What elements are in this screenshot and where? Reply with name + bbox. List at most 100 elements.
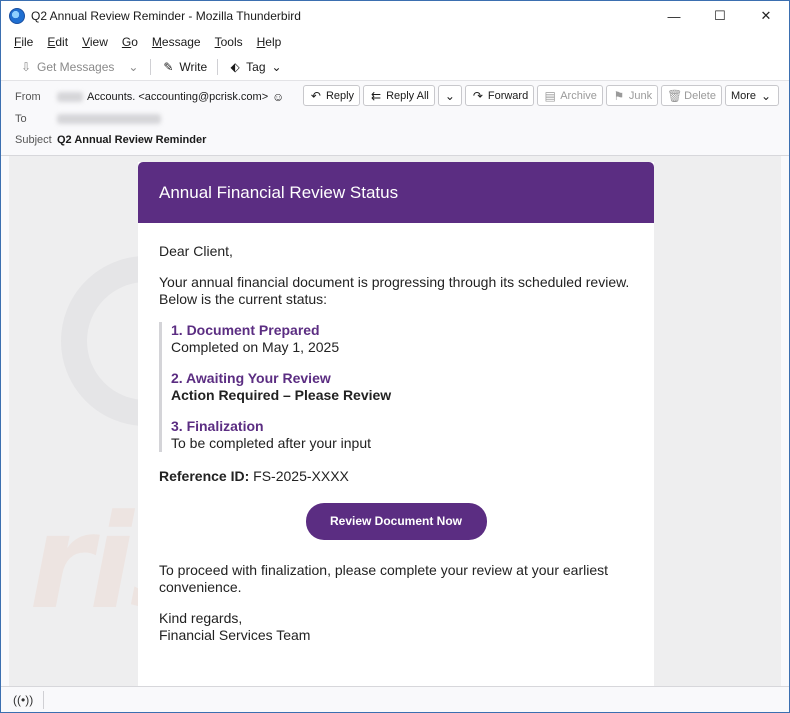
get-messages-button[interactable]: ⇩ Get Messages [13, 56, 120, 78]
reply-all-label: Reply All [386, 89, 429, 102]
reference-value: FS-2025-XXXX [253, 468, 349, 484]
from-label: From [15, 91, 41, 103]
pencil-icon: ✎ [163, 59, 174, 74]
step-description: Completed on May 1, 2025 [171, 339, 340, 355]
write-label: Write [179, 59, 208, 74]
from-row: From Accounts. <accounting@pcrisk.com> ☺ [15, 90, 285, 104]
thunderbird-logo-icon [9, 8, 25, 24]
contact-icon[interactable]: ☺ [271, 90, 285, 104]
step-title: 2. Awaiting Your Review [171, 370, 331, 386]
email-banner: Annual Financial Review Status [138, 162, 654, 223]
reply-label: Reply [325, 89, 355, 102]
archive-icon: ▤ [544, 88, 556, 103]
message-header: From Accounts. <accounting@pcrisk.com> ☺… [1, 82, 789, 156]
cta-container: Review Document Now [159, 503, 633, 540]
chevron-down-icon: ⌄ [444, 88, 455, 103]
step-item: 1. Document Prepared Completed on May 1,… [171, 322, 633, 356]
signoff: Kind regards, [159, 610, 243, 626]
step-item: 2. Awaiting Your Review Action Required … [171, 370, 633, 404]
junk-label: Junk [628, 89, 653, 102]
reply-dropdown[interactable]: ⌄ [437, 85, 462, 106]
review-document-button[interactable]: Review Document Now [305, 503, 487, 540]
title-bar: Q2 Annual Review Reminder - Mozilla Thun… [1, 1, 789, 31]
reply-button[interactable]: ↶ Reply [302, 85, 361, 106]
menu-go[interactable]: Go [115, 35, 145, 49]
signature: Financial Services Team [159, 627, 311, 643]
delete-label: Delete [684, 89, 716, 102]
get-messages-icon: ⇩ [20, 59, 32, 74]
greeting: Dear Client, [159, 243, 233, 259]
forward-button[interactable]: ↷ Forward [464, 85, 535, 106]
message-actions: ↶ Reply ⇇ Reply All ⌄ ↷ Forward ▤ Archiv… [302, 85, 779, 106]
window-title: Q2 Annual Review Reminder - Mozilla Thun… [31, 9, 301, 23]
menu-view[interactable]: View [75, 35, 115, 49]
chevron-down-icon: ⌄ [271, 59, 282, 74]
menu-message[interactable]: Message [145, 35, 208, 49]
menu-file[interactable]: File [7, 35, 40, 49]
subject-value: Q2 Annual Review Reminder [57, 134, 207, 146]
tag-icon: ⬖ [230, 59, 240, 74]
subject-row: Subject Q2 Annual Review Reminder [15, 134, 206, 146]
banner-title: Annual Financial Review Status [159, 182, 399, 202]
more-label: More [730, 89, 756, 102]
delete-button[interactable]: 🗑 Delete [661, 85, 722, 106]
menu-tools[interactable]: Tools [208, 35, 250, 49]
forward-label: Forward [487, 89, 529, 102]
step-title: 1. Document Prepared [171, 322, 320, 338]
tag-label: Tag [246, 59, 266, 74]
email-content: Dear Client, Your annual financial docum… [138, 223, 654, 644]
connection-status-icon[interactable]: ((•)) [13, 693, 33, 707]
menu-file-label: File [14, 35, 34, 49]
toolbar-divider [217, 58, 219, 75]
more-button[interactable]: More ⌄ [724, 85, 779, 106]
maximize-button[interactable]: ☐ [697, 1, 743, 31]
write-button[interactable]: ✎ Write [155, 56, 213, 78]
step-description: Action Required – Please Review [171, 387, 392, 403]
reference-label: Reference ID: [159, 468, 250, 484]
status-bar: ((•)) [1, 686, 789, 712]
junk-icon: ⚑ [613, 88, 625, 103]
reply-all-icon: ⇇ [371, 88, 382, 103]
menu-help-label: Help [256, 35, 282, 49]
status-divider [43, 690, 45, 709]
step-description: To be completed after your input [171, 435, 372, 451]
tag-button[interactable]: ⬖ Tag ⌄ [222, 56, 289, 78]
archive-label: Archive [560, 89, 597, 102]
status-steps: 1. Document Prepared Completed on May 1,… [159, 322, 633, 452]
menu-edit-label: Edit [47, 35, 69, 49]
junk-button[interactable]: ⚑ Junk [605, 85, 659, 106]
email-card: Annual Financial Review Status Dear Clie… [138, 162, 654, 686]
closing-paragraph: To proceed with finalization, please com… [159, 562, 609, 595]
reference-line: Reference ID: FS-2025-XXXX [159, 468, 633, 485]
reply-icon: ↶ [310, 88, 321, 103]
get-messages-label: Get Messages [37, 59, 115, 74]
menu-help[interactable]: Help [250, 35, 289, 49]
menu-edit[interactable]: Edit [40, 35, 75, 49]
redacted-sender-name [57, 92, 83, 102]
archive-button[interactable]: ▤ Archive [537, 85, 603, 106]
menu-message-label: Message [151, 35, 201, 49]
thunderbird-window: Q2 Annual Review Reminder - Mozilla Thun… [0, 0, 790, 713]
toolbar-divider [150, 58, 152, 75]
get-messages-dropdown[interactable]: ⌄ [120, 56, 146, 78]
chevron-down-icon: ⌄ [760, 88, 772, 103]
message-body-pane[interactable]: PC risk.com Annual Financial Review Stat… [9, 156, 781, 686]
trash-icon: 🗑 [667, 88, 683, 103]
menu-view-label: View [82, 35, 108, 49]
to-row: To [15, 113, 161, 125]
redacted-recipient[interactable] [57, 114, 161, 124]
to-label: To [15, 113, 27, 125]
subject-label: Subject [15, 134, 52, 146]
main-toolbar: ⇩ Get Messages ⌄ ✎ Write ⬖ Tag ⌄ [1, 53, 789, 81]
menu-tools-label: Tools [214, 35, 243, 49]
intro-paragraph: Your annual financial document is progre… [159, 274, 630, 307]
menu-bar: File Edit View Go Message Tools Help [1, 31, 789, 53]
reply-all-button[interactable]: ⇇ Reply All [363, 85, 435, 106]
menu-go-label: Go [121, 35, 138, 49]
sender-address[interactable]: Accounts. <accounting@pcrisk.com> [87, 91, 268, 103]
forward-icon: ↷ [472, 88, 483, 103]
minimize-button[interactable]: — [651, 1, 697, 31]
step-title: 3. Finalization [171, 418, 264, 434]
close-button[interactable]: ✕ [743, 1, 789, 31]
chevron-down-icon: ⌄ [128, 59, 139, 74]
